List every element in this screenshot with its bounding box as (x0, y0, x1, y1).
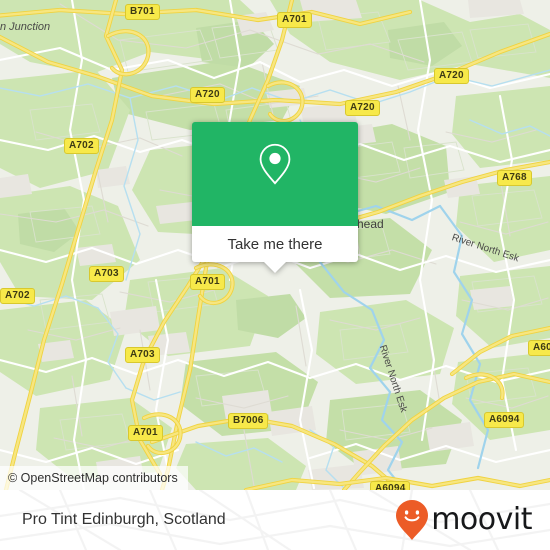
road-shield: A701 (277, 12, 312, 28)
road-shield: A6094 (370, 481, 411, 490)
road-shield: A701 (128, 425, 163, 441)
location-pin-icon (259, 143, 291, 185)
moovit-wordmark: moovit (431, 502, 532, 537)
moovit-smiley-pin-icon (396, 500, 429, 540)
road-shield: A702 (64, 138, 99, 154)
road-shield: A60 (528, 340, 550, 356)
page-title: Pro Tint Edinburgh, Scotland (22, 511, 226, 528)
moovit-logo[interactable]: moovit (394, 499, 532, 541)
popup-tail (264, 262, 286, 273)
osm-attribution[interactable]: © OpenStreetMap contributors (0, 466, 188, 490)
road-shield: A703 (125, 347, 160, 363)
road-shield: A720 (345, 100, 380, 116)
map-canvas[interactable]: .gr { fill:#cde5b2; } .gr2{ fill:#c4dfa8… (0, 0, 550, 490)
place-label: n Junction (0, 21, 51, 33)
place-label: head (357, 217, 384, 231)
popup-cta-bar[interactable]: Take me there (192, 226, 358, 273)
road-shield: A701 (190, 274, 225, 290)
footer-bar: Pro Tint Edinburgh, Scotland moovit (0, 490, 550, 550)
road-shield: A720 (434, 68, 469, 84)
road-shield: A720 (190, 87, 225, 103)
road-shield: A6094 (484, 412, 525, 428)
road-shield: B701 (125, 4, 160, 20)
location-popup[interactable]: Take me there (192, 122, 358, 273)
road-shield: A702 (0, 288, 35, 304)
attribution-text: © OpenStreetMap contributors (8, 471, 178, 485)
road-shield: A703 (89, 266, 124, 282)
map-screenshot: .gr { fill:#cde5b2; } .gr2{ fill:#c4dfa8… (0, 0, 550, 550)
take-me-there-label: Take me there (227, 235, 323, 253)
road-shield: B7006 (228, 413, 269, 429)
popup-green-panel (192, 122, 358, 226)
road-shield: A768 (497, 170, 532, 186)
